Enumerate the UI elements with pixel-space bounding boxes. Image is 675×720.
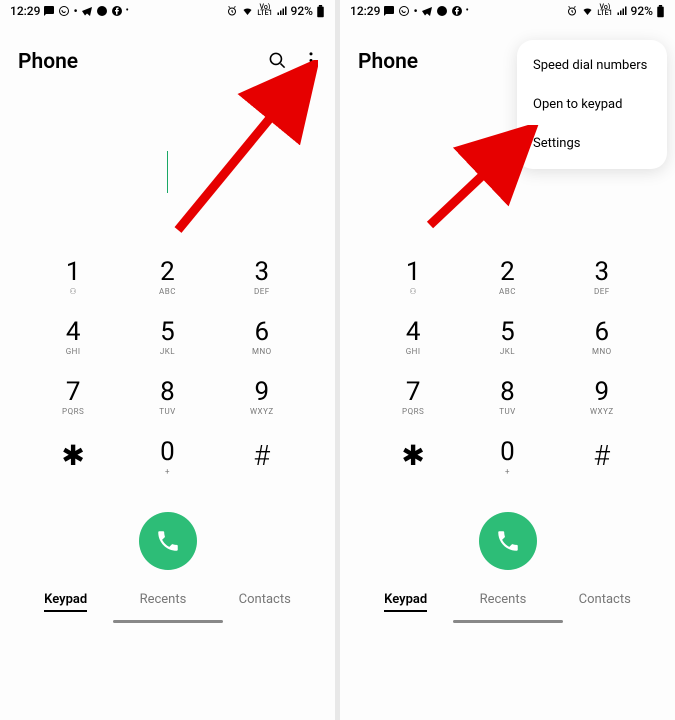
tab-keypad[interactable]: Keypad <box>384 592 427 612</box>
battery-icon <box>316 5 325 18</box>
status-left: 12:29 • • <box>350 4 469 18</box>
menu-speed-dial[interactable]: Speed dial numbers <box>517 46 667 85</box>
key-2[interactable]: 2ABC <box>127 259 207 297</box>
tab-contacts[interactable]: Contacts <box>239 592 291 612</box>
key-6[interactable]: 6MNO <box>562 319 642 357</box>
dot-icon: • <box>413 4 417 18</box>
volte-icon: Vo)LTE1 <box>257 5 272 16</box>
key-3[interactable]: 3DEF <box>562 259 642 297</box>
call-button[interactable] <box>479 512 537 570</box>
home-indicator[interactable] <box>0 616 335 623</box>
key-8[interactable]: 8TUV <box>127 379 207 417</box>
key-2[interactable]: 2ABC <box>467 259 547 297</box>
key-hash[interactable]: # <box>562 439 642 484</box>
key-hash[interactable]: # <box>222 439 302 484</box>
wifi-icon <box>241 5 254 17</box>
key-4[interactable]: 4GHI <box>373 319 453 357</box>
signal-icon <box>616 5 628 17</box>
status-bar: 12:29 • • Vo)LTE1 92% <box>340 0 675 20</box>
key-5[interactable]: 5JKL <box>467 319 547 357</box>
telegram-icon <box>81 5 93 17</box>
signal-icon <box>276 5 288 17</box>
tab-contacts[interactable]: Contacts <box>579 592 631 612</box>
status-bar: 12:29 • • Vo)LTE1 92% <box>0 0 335 20</box>
dial-input-area[interactable] <box>0 84 335 259</box>
key-3[interactable]: 3DEF <box>222 259 302 297</box>
messenger-icon <box>436 5 448 17</box>
status-right: Vo)LTE1 92% <box>566 4 665 18</box>
key-4[interactable]: 4GHI <box>33 319 113 357</box>
key-9[interactable]: 9WXYZ <box>562 379 642 417</box>
input-cursor <box>167 151 169 193</box>
messenger-icon <box>96 5 108 17</box>
whatsapp-icon <box>398 5 410 17</box>
telegram-icon <box>421 5 433 17</box>
more-icon: • <box>126 6 129 16</box>
status-time: 12:29 <box>350 4 380 18</box>
key-0[interactable]: 0+ <box>467 439 547 484</box>
page-title: Phone <box>358 50 418 74</box>
facebook-icon <box>451 5 463 17</box>
battery-percent: 92% <box>291 4 313 18</box>
phone-screen-right: 12:29 • • Vo)LTE1 92% Phone Speed dial n… <box>340 0 675 720</box>
battery-icon <box>656 5 665 18</box>
app-header: Phone <box>0 20 335 84</box>
status-right: Vo)LTE1 92% <box>226 4 325 18</box>
menu-open-keypad[interactable]: Open to keypad <box>517 85 667 124</box>
input-cursor <box>507 151 509 193</box>
status-time: 12:29 <box>10 4 40 18</box>
whatsapp-icon <box>58 5 70 17</box>
key-5[interactable]: 5JKL <box>127 319 207 357</box>
message-icon <box>383 5 395 17</box>
key-7[interactable]: 7PQRS <box>373 379 453 417</box>
bottom-tabs: Keypad Recents Contacts <box>0 584 335 616</box>
battery-percent: 92% <box>631 4 653 18</box>
key-1[interactable]: 1⚇ <box>373 259 453 297</box>
tab-keypad[interactable]: Keypad <box>44 592 87 612</box>
tab-recents[interactable]: Recents <box>480 592 527 612</box>
header-actions <box>268 51 317 74</box>
key-0[interactable]: 0+ <box>127 439 207 484</box>
menu-settings[interactable]: Settings <box>517 124 667 163</box>
key-6[interactable]: 6MNO <box>222 319 302 357</box>
search-icon[interactable] <box>268 51 287 74</box>
key-7[interactable]: 7PQRS <box>33 379 113 417</box>
call-row <box>340 506 675 584</box>
wifi-icon <box>581 5 594 17</box>
bottom-tabs: Keypad Recents Contacts <box>340 584 675 616</box>
alarm-icon <box>226 5 238 17</box>
page-title: Phone <box>18 50 78 74</box>
facebook-icon <box>111 5 123 17</box>
tab-recents[interactable]: Recents <box>140 592 187 612</box>
keypad: 1⚇ 2ABC 3DEF 4GHI 5JKL 6MNO 7PQRS 8TUV 9… <box>340 259 675 484</box>
key-1[interactable]: 1⚇ <box>33 259 113 297</box>
key-star[interactable]: ✱ <box>373 439 453 484</box>
key-star[interactable]: ✱ <box>33 439 113 484</box>
message-icon <box>43 5 55 17</box>
alarm-icon <box>566 5 578 17</box>
volte-icon: Vo)LTE1 <box>597 5 612 16</box>
more-icon: • <box>466 6 469 16</box>
phone-screen-left: 12:29 • • Vo)LTE1 92% Phone 1⚇ <box>0 0 335 720</box>
more-options-icon[interactable] <box>309 52 313 73</box>
home-indicator[interactable] <box>340 616 675 623</box>
options-menu: Speed dial numbers Open to keypad Settin… <box>517 40 667 169</box>
call-button[interactable] <box>139 512 197 570</box>
call-row <box>0 506 335 584</box>
keypad: 1⚇ 2ABC 3DEF 4GHI 5JKL 6MNO 7PQRS 8TUV 9… <box>0 259 335 484</box>
dot-icon: • <box>73 4 77 18</box>
key-9[interactable]: 9WXYZ <box>222 379 302 417</box>
key-8[interactable]: 8TUV <box>467 379 547 417</box>
status-left: 12:29 • • <box>10 4 129 18</box>
